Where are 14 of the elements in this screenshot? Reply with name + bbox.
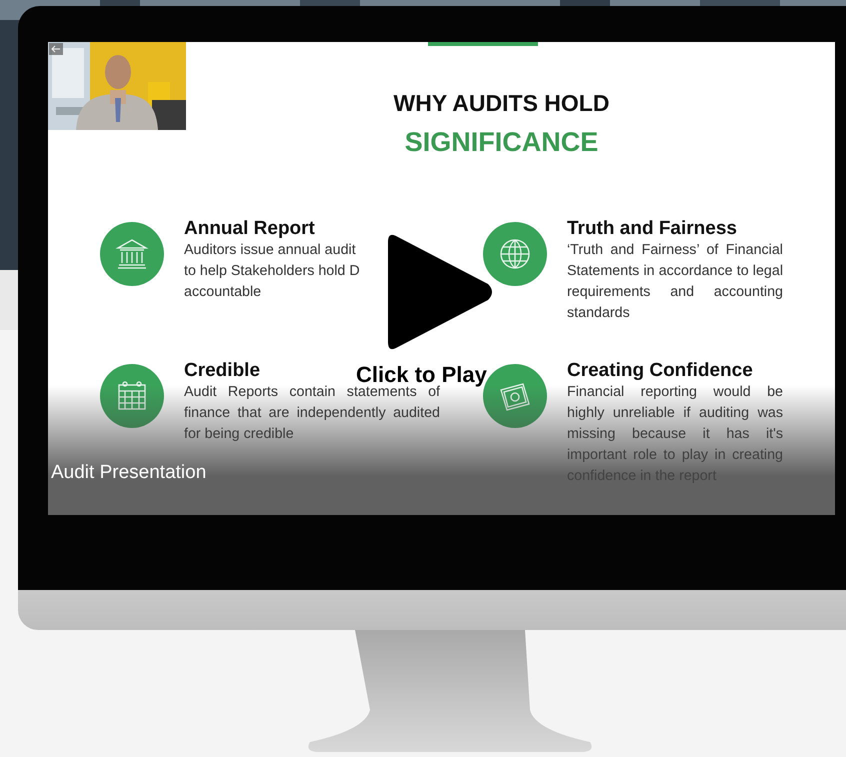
item-description: ‘Truth and Fairness’ of Financial Statements in accordance to legal requirements and accounting standards [567,241,783,323]
item-text-line: to help Stakeholders hold D [184,262,360,281]
item-title: Truth and Fairness [567,218,737,240]
item-title: Creating Confidence [567,360,753,382]
item-title: Credible [184,360,260,382]
item-description: Audit Reports contain statements of finance that are independently audited for being credible [184,383,440,444]
slide-heading: WHY AUDITS HOLD [394,90,610,117]
back-arrow-icon[interactable] [49,43,63,55]
video-title: Audit Presentation [51,462,206,484]
item-text-line: Auditors issue annual audit [184,241,356,260]
slide-subheading: SIGNIFICANCE [404,127,598,158]
item-title: Annual Report [184,218,315,240]
video-player[interactable] [48,42,835,515]
item-text-line: accountable [184,283,262,302]
